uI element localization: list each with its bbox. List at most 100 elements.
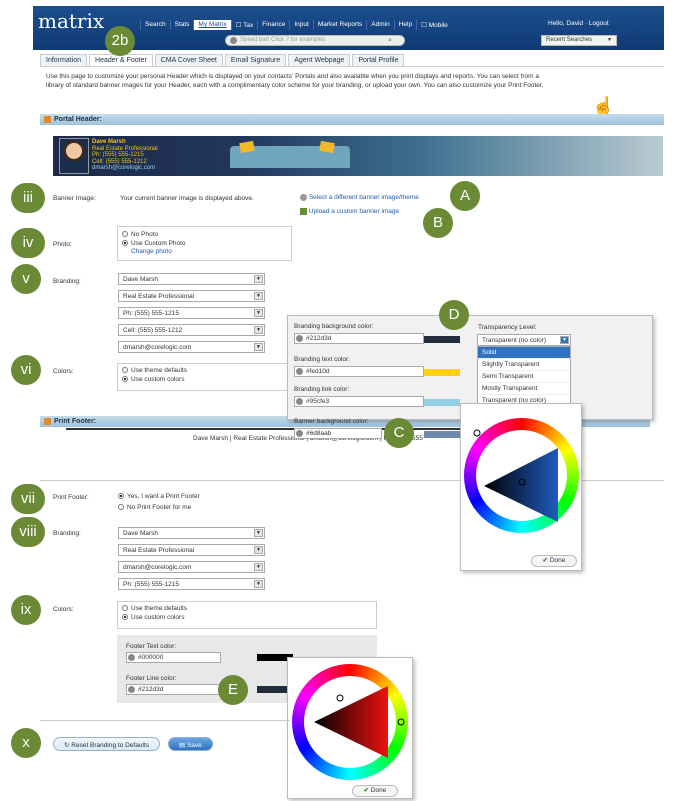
- section-icon: [44, 116, 51, 123]
- callout-v: v: [11, 264, 41, 294]
- transparency-option[interactable]: Slightly Transparent: [478, 359, 570, 371]
- transparency-option[interactable]: Mostly Transparent: [478, 383, 570, 395]
- text-color-swatch[interactable]: [424, 369, 460, 376]
- link-color-input[interactable]: #95cfe3: [294, 396, 424, 407]
- colors-options: Use theme defaults Use custom colors: [117, 363, 292, 391]
- radio-button[interactable]: [118, 504, 124, 511]
- section-icon: [44, 418, 51, 425]
- speed-bar-input[interactable]: Speed bar! Click ? for examples ⌕: [225, 35, 405, 46]
- save-button[interactable]: ▤ Save: [168, 737, 213, 751]
- footer-email-select[interactable]: dmarsh@corelogic.com ▼: [118, 561, 265, 573]
- radio-button[interactable]: [122, 240, 128, 247]
- tab-agent-webpage[interactable]: Agent Webpage: [288, 54, 351, 66]
- no-photo-option[interactable]: No Photo: [122, 231, 287, 238]
- nav-stats[interactable]: Stats: [169, 20, 194, 30]
- change-photo-link[interactable]: Change photo: [131, 248, 287, 255]
- text-color-input[interactable]: #fed10d: [294, 366, 424, 377]
- custom-colors-option[interactable]: Use custom colors: [122, 376, 287, 383]
- radio-button[interactable]: [122, 231, 128, 238]
- tab-email-signature[interactable]: Email Signature: [224, 54, 287, 66]
- banner-image-text: Your current banner image is displayed a…: [120, 195, 254, 202]
- recent-searches-dropdown[interactable]: Recent Searches ▼: [541, 35, 617, 46]
- callout-viii: viii: [11, 517, 45, 547]
- reset-branding-button[interactable]: ↻ Reset Branding to Defaults: [53, 737, 160, 751]
- theme-defaults-option[interactable]: Use theme defaults: [122, 367, 287, 374]
- branding-color-triangle[interactable]: [464, 418, 579, 533]
- link-color-swatch[interactable]: [424, 399, 460, 406]
- footer-name-select[interactable]: Dave Marsh ▼: [118, 527, 265, 539]
- callout-iii: iii: [11, 183, 45, 213]
- branding-name-select[interactable]: Dave Marsh ▼: [118, 273, 265, 285]
- branding-name-value: Dave Marsh: [123, 276, 159, 283]
- matrix-logo[interactable]: matrix: [38, 9, 104, 33]
- select-banner-link[interactable]: Select a different banner image/theme: [300, 194, 419, 201]
- branding-email-select[interactable]: dmarsh@corelogic.com ▼: [118, 341, 265, 353]
- radio-button[interactable]: [122, 605, 128, 612]
- nav-finance[interactable]: Finance: [257, 20, 289, 30]
- print-footer-yes-option[interactable]: Yes, I want a Print Footer: [118, 493, 200, 500]
- help-icon: [296, 398, 303, 405]
- chevron-down-icon: ▼: [607, 37, 612, 43]
- nav-market-reports[interactable]: Market Reports: [312, 20, 366, 30]
- footer-custom-colors-option[interactable]: Use custom colors: [122, 614, 372, 621]
- save-label: Save: [186, 742, 202, 749]
- tab-information[interactable]: Information: [40, 54, 88, 66]
- footer-theme-defaults-option[interactable]: Use theme defaults: [122, 605, 372, 612]
- branding-picker-done-button[interactable]: ✔ Done: [531, 555, 577, 567]
- callout-vi: vi: [11, 355, 41, 385]
- transparency-select[interactable]: Transparent (no color) ▼: [477, 334, 571, 346]
- avatar: [59, 138, 89, 174]
- tab-cma-cover-sheet[interactable]: CMA Cover Sheet: [154, 54, 223, 66]
- custom-photo-option[interactable]: Use Custom Photo: [122, 240, 287, 247]
- branding-phone-value: Ph: (555) 555-1215: [123, 310, 180, 317]
- print-footer-no-option[interactable]: No Print Footer for me: [118, 504, 191, 511]
- search-icon[interactable]: ⌕: [388, 37, 392, 45]
- footer-picker-done-button[interactable]: ✔ Done: [352, 785, 398, 797]
- done-label: Done: [549, 557, 566, 564]
- callout-vii: vii: [11, 484, 45, 514]
- footer-text-color-value: #000000: [138, 654, 164, 661]
- footer-phone-select[interactable]: Ph: (555) 555-1215 ▼: [118, 578, 265, 590]
- footer-line-color-label: Footer Line color:: [126, 675, 177, 682]
- footer-title-value: Real Estate Professional: [123, 547, 195, 554]
- radio-button[interactable]: [118, 493, 124, 500]
- bg-color-input[interactable]: #212d3d: [294, 333, 424, 344]
- nav-mobile[interactable]: ☐ Mobile: [416, 20, 452, 30]
- branding-title-select[interactable]: Real Estate Professional ▼: [118, 290, 265, 302]
- user-greeting[interactable]: Hello, David · Logout: [548, 20, 609, 27]
- colors-label: Colors:: [53, 368, 74, 375]
- radio-button[interactable]: [122, 614, 128, 621]
- nav-my-matrix[interactable]: My Matrix: [193, 20, 231, 30]
- tab-portal-profile[interactable]: Portal Profile: [352, 54, 405, 66]
- callout-C: C: [384, 418, 414, 448]
- upload-banner-link[interactable]: Upload a custom banner image: [300, 208, 399, 215]
- help-icon: [128, 654, 135, 661]
- photo-label: Photo:: [53, 241, 72, 248]
- footer-color-triangle[interactable]: [292, 664, 408, 780]
- branding-cell-select[interactable]: Cell: (555) 555-1212 ▼: [118, 324, 265, 336]
- banner-color-swatch[interactable]: [424, 431, 460, 438]
- footer-line-color-input[interactable]: #212d3d: [126, 684, 221, 695]
- nav-search[interactable]: Search: [140, 20, 170, 30]
- nav-admin[interactable]: Admin: [366, 20, 393, 30]
- chevron-down-icon: ▼: [254, 326, 263, 334]
- intro-text: Use this page to customize your personal…: [46, 73, 544, 89]
- nav-tax[interactable]: ☐ Tax: [230, 20, 258, 30]
- banner-color-input[interactable]: #6d8aab: [294, 428, 382, 439]
- footer-text-color-input[interactable]: #000000: [126, 652, 221, 663]
- nav-input[interactable]: Input: [289, 20, 312, 30]
- chevron-down-icon: ▼: [254, 343, 263, 351]
- footer-title-select[interactable]: Real Estate Professional ▼: [118, 544, 265, 556]
- save-icon: ▤: [179, 742, 186, 749]
- chevron-down-icon: ▼: [254, 580, 263, 588]
- transparency-option[interactable]: Solid: [478, 347, 570, 359]
- nav-help[interactable]: Help: [393, 20, 416, 30]
- branding-phone-select[interactable]: Ph: (555) 555-1215 ▼: [118, 307, 265, 319]
- branding-email-value: dmarsh@corelogic.com: [123, 344, 192, 351]
- transparency-option[interactable]: Semi Transparent: [478, 371, 570, 383]
- radio-button[interactable]: [122, 367, 128, 374]
- bg-color-swatch[interactable]: [424, 336, 460, 343]
- radio-button[interactable]: [122, 376, 128, 383]
- chevron-down-icon: ▼: [560, 336, 569, 344]
- footer-custom-colors-label: Use custom colors: [131, 614, 185, 621]
